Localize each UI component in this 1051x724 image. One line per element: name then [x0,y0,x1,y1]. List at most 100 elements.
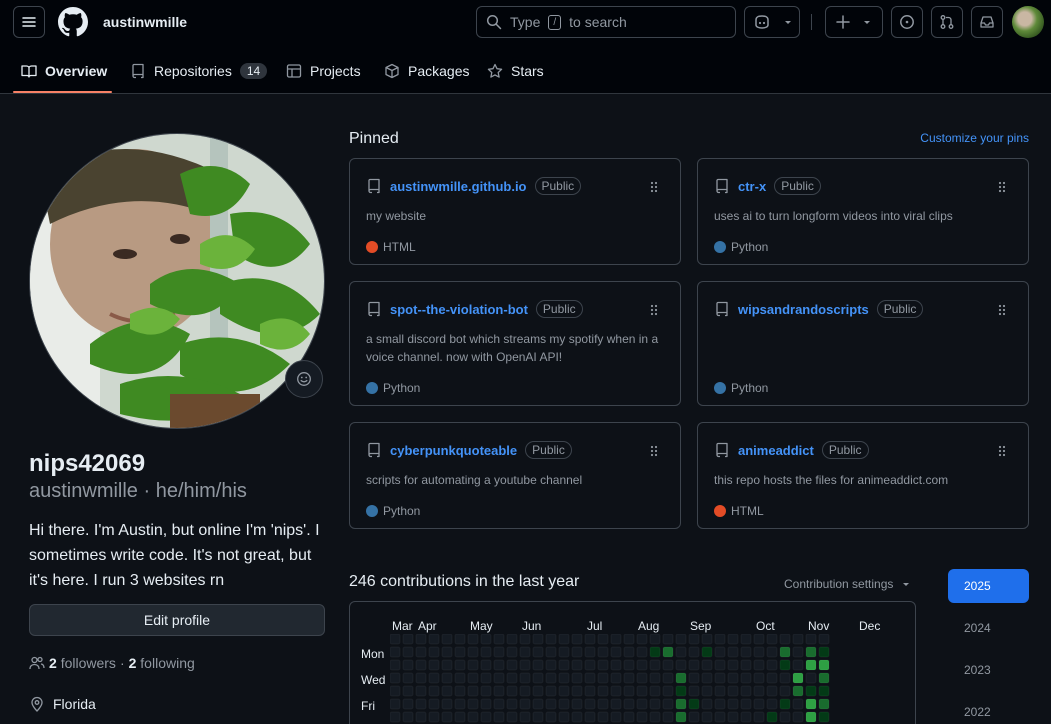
grabber-icon[interactable] [650,181,658,193]
contribution-cell[interactable] [532,685,544,697]
contribution-cell[interactable] [597,698,609,710]
contribution-cell[interactable] [636,698,648,710]
contribution-cell[interactable] [636,646,648,658]
contribution-cell[interactable] [727,698,739,710]
contribution-cell[interactable] [584,634,596,645]
contribution-cell[interactable] [792,672,804,684]
repo-name-link[interactable]: ctr-x [738,179,766,194]
contribution-cell[interactable] [454,685,466,697]
contribution-cell[interactable] [740,672,752,684]
contribution-cell[interactable] [493,646,505,658]
contribution-cell[interactable] [753,659,765,671]
tab-stars[interactable]: Stars [479,55,552,87]
following-link[interactable]: 2 following [129,655,195,671]
contribution-cell[interactable] [415,698,427,710]
contribution-cell[interactable] [415,646,427,658]
contribution-cell[interactable] [584,672,596,684]
contribution-cell[interactable] [571,711,583,723]
contribution-cell[interactable] [714,685,726,697]
contribution-cell[interactable] [649,685,661,697]
contribution-cell[interactable] [480,634,492,645]
contribution-cell[interactable] [740,659,752,671]
contribution-cell[interactable] [545,685,557,697]
contribution-cell[interactable] [610,685,622,697]
contribution-cell[interactable] [701,685,713,697]
contribution-cell[interactable] [818,634,830,645]
contribution-cell[interactable] [467,659,479,671]
contribution-cell[interactable] [545,672,557,684]
contribution-cell[interactable] [415,659,427,671]
contribution-cell[interactable] [441,646,453,658]
contribution-cell[interactable] [597,711,609,723]
contribution-cell[interactable] [545,711,557,723]
contribution-cell[interactable] [662,698,674,710]
contribution-cell[interactable] [792,685,804,697]
contribution-cell[interactable] [597,685,609,697]
contribution-cell[interactable] [584,698,596,710]
contribution-cell[interactable] [441,634,453,645]
contribution-cell[interactable] [402,659,414,671]
contribution-cell[interactable] [779,685,791,697]
contribution-cell[interactable] [571,698,583,710]
repo-name-link[interactable]: wipsandrandoscripts [738,302,869,317]
tab-repositories[interactable]: Repositories 14 [122,55,275,87]
contribution-cell[interactable] [818,646,830,658]
contribution-cell[interactable] [545,646,557,658]
contribution-cell[interactable] [818,711,830,723]
contribution-cell[interactable] [727,646,739,658]
contribution-cell[interactable] [454,646,466,658]
contribution-cell[interactable] [740,698,752,710]
contribution-cell[interactable] [740,634,752,645]
contribution-cell[interactable] [701,672,713,684]
year-button[interactable]: 2025 [948,569,1029,603]
contribution-cell[interactable] [636,685,648,697]
repo-name-link[interactable]: animeaddict [738,443,814,458]
contribution-cell[interactable] [506,634,518,645]
contribution-cell[interactable] [649,672,661,684]
contribution-cell[interactable] [792,698,804,710]
contribution-cell[interactable] [766,634,778,645]
contribution-cell[interactable] [480,672,492,684]
contribution-cell[interactable] [662,646,674,658]
contribution-cell[interactable] [675,698,687,710]
contribution-cell[interactable] [428,711,440,723]
contribution-cell[interactable] [532,659,544,671]
contribution-cell[interactable] [467,698,479,710]
contribution-cell[interactable] [727,711,739,723]
contribution-cell[interactable] [441,672,453,684]
contribution-cell[interactable] [506,698,518,710]
contribution-cell[interactable] [558,634,570,645]
contribution-cell[interactable] [792,646,804,658]
contribution-cell[interactable] [402,634,414,645]
repo-name-link[interactable]: cyberpunkquoteable [390,443,517,458]
contribution-cell[interactable] [649,646,661,658]
contribution-cell[interactable] [519,646,531,658]
contribution-cell[interactable] [571,685,583,697]
contribution-cell[interactable] [675,646,687,658]
contribution-cell[interactable] [584,659,596,671]
contribution-cell[interactable] [753,685,765,697]
contribution-cell[interactable] [610,672,622,684]
repo-name-link[interactable]: spot--the-violation-bot [390,302,528,317]
contribution-cell[interactable] [480,646,492,658]
contribution-cell[interactable] [597,646,609,658]
tab-packages[interactable]: Packages [376,55,477,87]
contribution-cell[interactable] [662,659,674,671]
menu-button[interactable] [13,6,45,38]
contribution-cell[interactable] [805,659,817,671]
user-avatar-small[interactable] [1012,6,1044,38]
create-new-button[interactable] [825,6,883,38]
contribution-cell[interactable] [623,646,635,658]
contribution-cell[interactable] [558,659,570,671]
contribution-cell[interactable] [701,646,713,658]
contribution-cell[interactable] [390,646,401,658]
contribution-cell[interactable] [688,634,700,645]
contribution-cell[interactable] [636,634,648,645]
contribution-cell[interactable] [415,685,427,697]
contribution-cell[interactable] [454,659,466,671]
grabber-icon[interactable] [998,181,1006,193]
contribution-cell[interactable] [390,659,401,671]
copilot-button[interactable] [744,6,800,38]
contribution-cell[interactable] [506,646,518,658]
contribution-cell[interactable] [779,659,791,671]
